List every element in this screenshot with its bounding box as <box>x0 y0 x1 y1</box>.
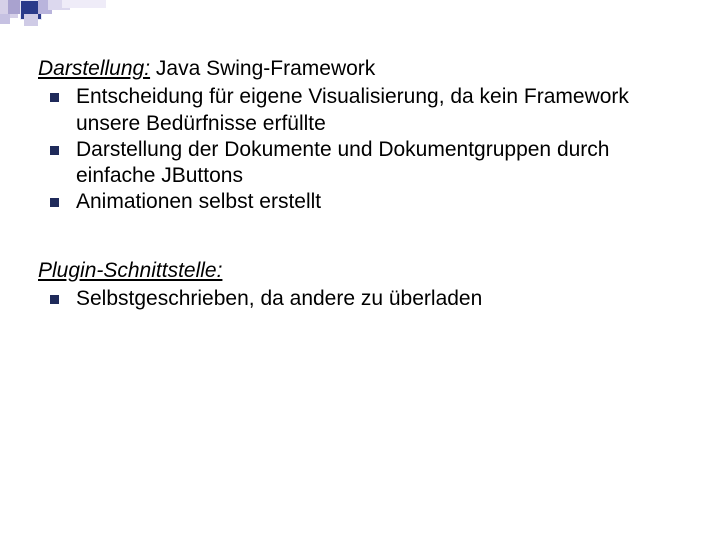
content-area: Darstellung: Java Swing-Framework Entsch… <box>38 56 680 312</box>
corner-decoration <box>0 0 120 22</box>
list-item: Entscheidung für eigene Visualisierung, … <box>42 84 680 137</box>
section2-block: Plugin-Schnittstelle: Selbstgeschrieben,… <box>38 258 680 313</box>
section1-suffix: Java Swing-Framework <box>150 57 375 80</box>
slide: Darstellung: Java Swing-Framework Entsch… <box>0 0 720 540</box>
section2-heading-line: Plugin-Schnittstelle: <box>38 258 680 284</box>
section1-list: Entscheidung für eigene Visualisierung, … <box>42 84 680 215</box>
section1-label: Darstellung: <box>38 57 150 80</box>
list-item: Selbstgeschrieben, da andere zu überlade… <box>42 286 680 312</box>
section1-heading-line: Darstellung: Java Swing-Framework <box>38 56 680 82</box>
list-item: Animationen selbst erstellt <box>42 189 680 215</box>
list-item: Darstellung der Dokumente und Dokumentgr… <box>42 137 680 190</box>
section2-list: Selbstgeschrieben, da andere zu überlade… <box>42 286 680 312</box>
section2-label: Plugin-Schnittstelle: <box>38 259 222 282</box>
